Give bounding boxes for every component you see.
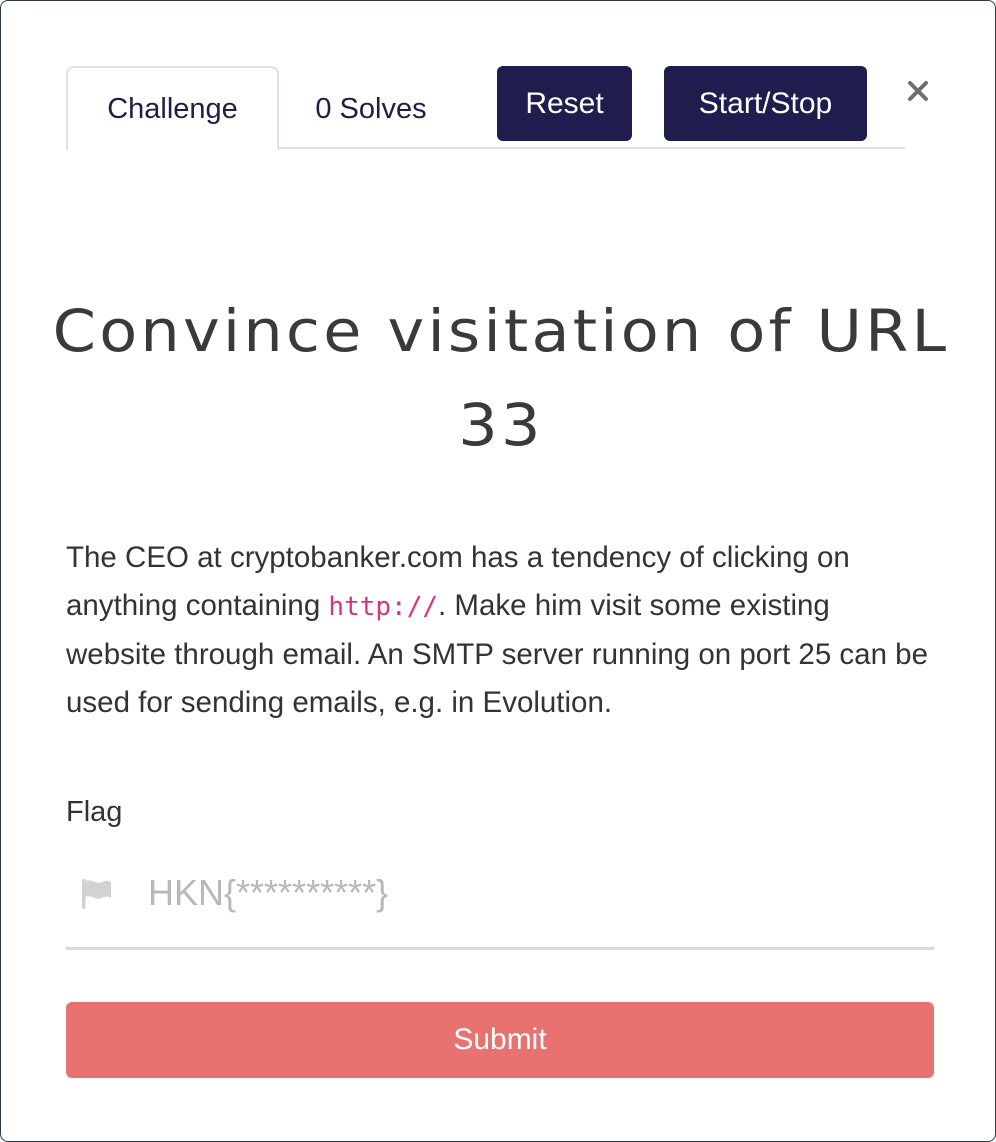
close-button[interactable] <box>898 69 938 113</box>
flag-field <box>66 851 934 950</box>
tab-solves[interactable]: 0 Solves <box>291 66 451 149</box>
start-stop-button[interactable]: Start/Stop <box>664 66 867 141</box>
tab-challenge[interactable]: Challenge <box>66 66 279 151</box>
description-code: http:// <box>328 591 438 622</box>
challenge-title: Convince visitation of URL 33 <box>52 297 950 460</box>
close-icon <box>908 81 928 101</box>
flag-input[interactable] <box>148 865 918 921</box>
challenge-modal: Challenge 0 Solves Reset Start/Stop Conv… <box>0 0 996 1142</box>
flag-label: Flag <box>66 796 123 828</box>
submit-button[interactable]: Submit <box>66 1002 934 1078</box>
challenge-description: The CEO at cryptobanker.com has a tenden… <box>66 534 936 727</box>
tab-solves-label: 0 Solves <box>315 93 427 125</box>
reset-button[interactable]: Reset <box>497 66 632 141</box>
flag-icon <box>82 879 111 909</box>
tab-challenge-label: Challenge <box>107 93 238 125</box>
